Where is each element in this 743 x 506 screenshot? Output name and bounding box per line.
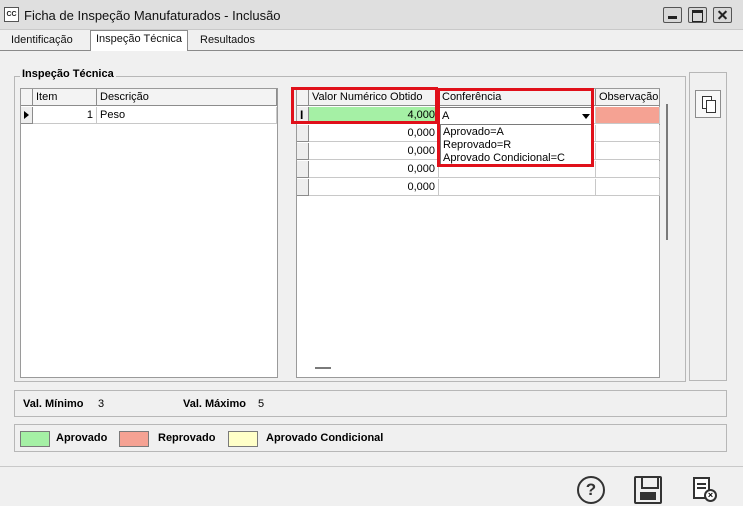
minimize-button[interactable]: [663, 7, 682, 23]
group-title: Inspeção Técnica: [20, 68, 116, 80]
horizontal-scrollbar[interactable]: [315, 367, 331, 369]
table-row-observacao[interactable]: [596, 179, 660, 196]
items-grid[interactable]: Item Descrição 1 Peso: [20, 88, 278, 378]
document-line-shape: [697, 483, 706, 485]
legend-label-aprovado: Aprovado: [56, 432, 108, 444]
highlight-valor-column: [291, 87, 438, 124]
min-label: Val. Mínimo: [23, 398, 84, 410]
vertical-scrollbar[interactable]: [666, 104, 668, 240]
max-label: Val. Máximo: [183, 398, 246, 410]
floppy-disk-icon[interactable]: [634, 476, 662, 504]
table-row-observacao[interactable]: [596, 125, 660, 142]
window-title: Ficha de Inspeção Manufaturados - Inclus…: [24, 8, 281, 23]
cancel-x-shape: ×: [704, 489, 717, 502]
footer-divider: [0, 466, 743, 467]
question-circle-icon[interactable]: ?: [577, 476, 605, 504]
legend-swatch-aprovado: [20, 431, 50, 447]
table-row-observacao[interactable]: [596, 143, 660, 160]
row-indicator: [297, 179, 309, 196]
table-row-observacao[interactable]: [596, 161, 660, 178]
legend-label-reprovado: Reprovado: [158, 432, 216, 444]
row-indicator: [297, 143, 309, 160]
tab-resultados[interactable]: Resultados: [195, 32, 261, 50]
side-toolbar: [689, 72, 727, 381]
col-header-descricao[interactable]: Descrição: [97, 89, 277, 106]
copy-pages-icon-front: [706, 100, 716, 113]
tab-strip: Identificação Inspeção Técnica Resultado…: [0, 30, 743, 51]
col-header-observacao[interactable]: Observação: [596, 89, 660, 106]
color-legend: Aprovado Reprovado Aprovado Condicional: [14, 424, 727, 452]
document-line-shape: [697, 487, 706, 489]
grid-corner: [21, 89, 33, 106]
legend-swatch-aprovado-condicional: [228, 431, 258, 447]
table-row-valor[interactable]: 0,000: [309, 125, 439, 142]
title-bar: CC Ficha de Inspeção Manufaturados - Inc…: [0, 0, 743, 30]
legend-swatch-reprovado: [119, 431, 149, 447]
min-value: 3: [98, 398, 105, 410]
row-indicator: [297, 161, 309, 178]
table-row-valor[interactable]: 0,000: [309, 179, 439, 196]
document-cancel-icon[interactable]: ×: [690, 476, 718, 504]
table-row-item[interactable]: 1: [33, 107, 97, 124]
highlight-conferencia-column: [437, 88, 594, 167]
max-value: 5: [258, 398, 265, 410]
limits-panel: Val. Mínimo 3 Val. Máximo 5: [14, 390, 727, 417]
col-header-item[interactable]: Item: [33, 89, 97, 106]
row-indicator: [297, 125, 309, 142]
legend-label-aprovado-condicional: Aprovado Condicional: [266, 432, 384, 444]
tab-inspecao-tecnica[interactable]: Inspeção Técnica: [90, 30, 189, 51]
maximize-button[interactable]: [688, 7, 707, 23]
app-icon: CC: [4, 7, 19, 22]
table-row-valor[interactable]: 0,000: [309, 143, 439, 160]
row-indicator-arrow-icon: [21, 107, 33, 124]
copy-button[interactable]: [695, 90, 721, 118]
tab-identificacao[interactable]: Identificação: [6, 32, 78, 50]
table-row-descricao[interactable]: Peso: [97, 107, 277, 124]
close-button[interactable]: [713, 7, 732, 23]
table-row-observacao[interactable]: [596, 107, 660, 124]
table-row-conferencia[interactable]: [439, 179, 596, 196]
table-row-valor[interactable]: 0,000: [309, 161, 439, 178]
